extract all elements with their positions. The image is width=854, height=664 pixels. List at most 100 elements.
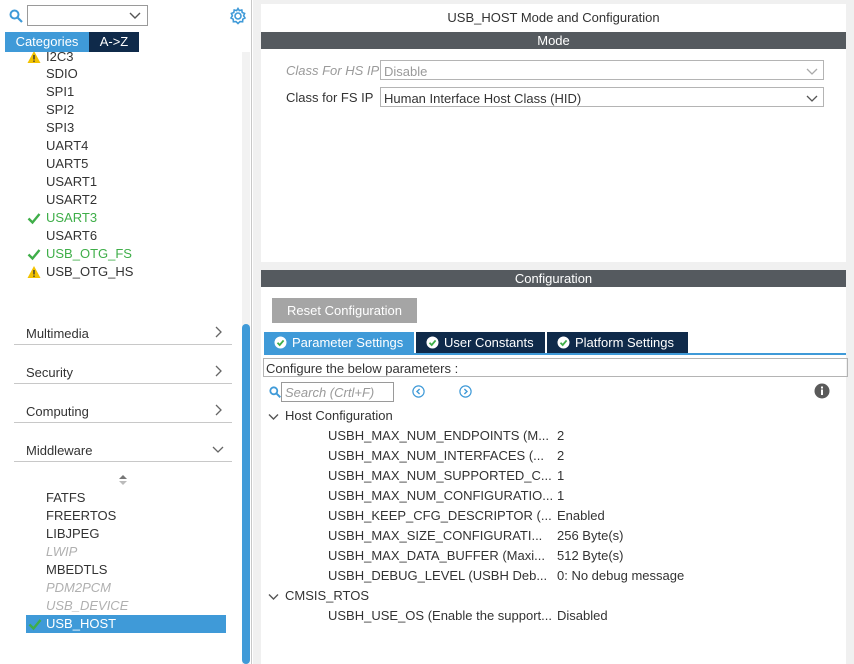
- tree-item-pdm2pcm[interactable]: PDM2PCM: [5, 579, 239, 597]
- check-circle-icon: [426, 336, 439, 349]
- tree-item-spi3[interactable]: SPI3: [5, 119, 239, 137]
- group-security[interactable]: Security: [14, 360, 232, 384]
- tree-item-sdio[interactable]: SDIO: [5, 65, 239, 83]
- checkmark-icon: [27, 213, 41, 225]
- tree-item-uart4[interactable]: UART4: [5, 137, 239, 155]
- tree-item-usart2[interactable]: USART2: [5, 191, 239, 209]
- tree-item-label: USB_OTG_FS: [46, 246, 132, 261]
- info-icon[interactable]: [814, 383, 830, 399]
- tree-item-label: UART5: [46, 156, 89, 171]
- class-for-fs-ip-select[interactable]: Human Interface Host Class (HID): [380, 87, 824, 107]
- tree-item-label: UART4: [46, 138, 89, 153]
- param-value: Disabled: [557, 608, 608, 623]
- tree-item-mbedtls[interactable]: MBEDTLS: [5, 561, 239, 579]
- ip-search-combo[interactable]: [27, 5, 148, 26]
- group-label: Multimedia: [26, 326, 89, 341]
- param-row[interactable]: USBH_USE_OS (Enable the support... Disabl…: [328, 607, 828, 625]
- tree-item-label: USART2: [46, 192, 98, 207]
- param-row[interactable]: USBH_MAX_NUM_ENDPOINTS (M... 2: [328, 427, 828, 445]
- tab-categories[interactable]: Categories: [5, 32, 89, 52]
- warning-icon: [27, 52, 41, 63]
- checkmark-icon: [28, 619, 42, 631]
- param-row[interactable]: USBH_KEEP_CFG_DESCRIPTOR (... Enabled: [328, 507, 828, 525]
- reset-configuration-button[interactable]: Reset Configuration: [272, 298, 417, 323]
- tab-parameter-settings[interactable]: Parameter Settings: [264, 332, 414, 353]
- tree-item-freertos[interactable]: FREERTOS: [5, 507, 239, 525]
- tree-item-usb-otg-hs[interactable]: USB_OTG_HS: [5, 263, 239, 281]
- group-multimedia[interactable]: Multimedia: [14, 321, 232, 345]
- tab-user-constants[interactable]: User Constants: [416, 332, 545, 353]
- tree-item-label: USART1: [46, 174, 98, 189]
- tree-item-i2c3[interactable]: I2C3: [5, 52, 239, 66]
- param-name: USBH_MAX_NUM_CONFIGURATIO...: [328, 488, 552, 503]
- categories-panel: Categories A->Z I2C3 SDIO SPI1 SPI2 SPI3…: [0, 0, 252, 664]
- chevron-down-icon: [268, 414, 279, 420]
- tree-item-label: USART6: [46, 228, 98, 243]
- tab-label: Parameter Settings: [292, 335, 404, 350]
- tree-item-libjpeg[interactable]: LIBJPEG: [5, 525, 239, 543]
- tree-item-usart3[interactable]: USART3: [5, 209, 239, 227]
- param-name: USBH_MAX_NUM_ENDPOINTS (M...: [328, 428, 550, 443]
- group-middleware[interactable]: Middleware: [14, 438, 232, 462]
- tree-item-usb-host[interactable]: USB_HOST: [26, 615, 226, 633]
- gear-icon[interactable]: [229, 7, 247, 25]
- tree-item-spi2[interactable]: SPI2: [5, 101, 239, 119]
- param-row[interactable]: USBH_MAX_DATA_BUFFER (Maxi... 512 Byte(s): [328, 547, 828, 565]
- scrollbar-thumb[interactable]: [242, 324, 250, 664]
- param-row[interactable]: USBH_DEBUG_LEVEL (USBH Deb... 0: No debug…: [328, 567, 828, 585]
- tab-a-to-z[interactable]: A->Z: [89, 32, 139, 52]
- param-value: Enabled: [557, 508, 605, 523]
- tree-item-spi1[interactable]: SPI1: [5, 83, 239, 101]
- configuration-panel: USB_HOST Mode and Configuration Mode Cla…: [253, 0, 854, 664]
- tab-label: User Constants: [444, 335, 534, 350]
- param-value: 2: [557, 428, 565, 443]
- param-row[interactable]: USBH_MAX_NUM_INTERFACES (... 2: [328, 447, 828, 465]
- tree-item-label: MBEDTLS: [46, 562, 108, 577]
- tree-item-lwip[interactable]: LWIP: [5, 543, 239, 561]
- param-value: 256 Byte(s): [557, 528, 624, 543]
- param-name: USBH_KEEP_CFG_DESCRIPTOR (...: [328, 508, 552, 523]
- previous-result-icon[interactable]: [412, 385, 425, 398]
- param-row[interactable]: USBH_MAX_NUM_SUPPORTED_C... 1: [328, 467, 828, 485]
- class-for-hs-ip-select[interactable]: Disable: [380, 60, 824, 80]
- tree-item-label: FREERTOS: [46, 508, 117, 523]
- tree-item-fatfs[interactable]: FATFS: [5, 489, 239, 507]
- next-result-icon[interactable]: [459, 385, 472, 398]
- tree-scrollbar[interactable]: [242, 52, 250, 664]
- sort-arrows-icon[interactable]: [118, 474, 128, 486]
- configure-hint: Configure the below parameters :: [263, 358, 848, 377]
- select-value: Disable: [384, 64, 428, 79]
- tree-item-usb-otg-fs[interactable]: USB_OTG_FS: [5, 245, 239, 263]
- tree-item-uart5[interactable]: UART5: [5, 155, 239, 173]
- category-tree: I2C3 SDIO SPI1 SPI2 SPI3 UART4 UART5 USA…: [5, 52, 239, 664]
- check-circle-icon: [557, 336, 570, 349]
- tree-item-usb-device[interactable]: USB_DEVICE: [5, 597, 239, 615]
- category-tabs: Categories A->Z: [5, 32, 139, 52]
- chevron-down-icon: [212, 446, 224, 453]
- param-name: USBH_USE_OS (Enable the support...: [328, 608, 552, 623]
- param-name: USBH_MAX_DATA_BUFFER (Maxi...: [328, 548, 545, 563]
- class-for-fs-ip-label: Class for FS IP: [286, 90, 374, 105]
- param-name: USBH_MAX_SIZE_CONFIGURATI...: [328, 528, 543, 543]
- chevron-down-icon: [806, 95, 818, 102]
- chevron-down-icon: [806, 68, 818, 75]
- mode-header: Mode: [261, 32, 846, 49]
- param-row[interactable]: USBH_MAX_NUM_CONFIGURATIO... 1: [328, 487, 828, 505]
- ip-search-bar: [0, 0, 252, 32]
- param-value: 2: [557, 448, 565, 463]
- tree-item-usart6[interactable]: USART6: [5, 227, 239, 245]
- tree-item-label: LWIP: [46, 544, 78, 559]
- tab-label: Platform Settings: [575, 335, 674, 350]
- tree-item-usart1[interactable]: USART1: [5, 173, 239, 191]
- parameter-search-input[interactable]: [281, 382, 394, 402]
- search-icon[interactable]: [9, 9, 23, 23]
- param-row[interactable]: USBH_MAX_SIZE_CONFIGURATI... 256 Byte(s): [328, 527, 828, 545]
- warning-icon: [27, 266, 41, 278]
- chevron-down-icon: [268, 594, 279, 600]
- tab-platform-settings[interactable]: Platform Settings: [547, 332, 688, 353]
- configuration-section: Configuration Reset Configuration Parame…: [261, 270, 848, 664]
- tree-item-label: USART3: [46, 210, 98, 225]
- group-computing[interactable]: Computing: [14, 399, 232, 423]
- parameter-tabs: Parameter Settings User Constants Platfo…: [264, 332, 690, 353]
- chevron-down-icon[interactable]: [129, 9, 141, 21]
